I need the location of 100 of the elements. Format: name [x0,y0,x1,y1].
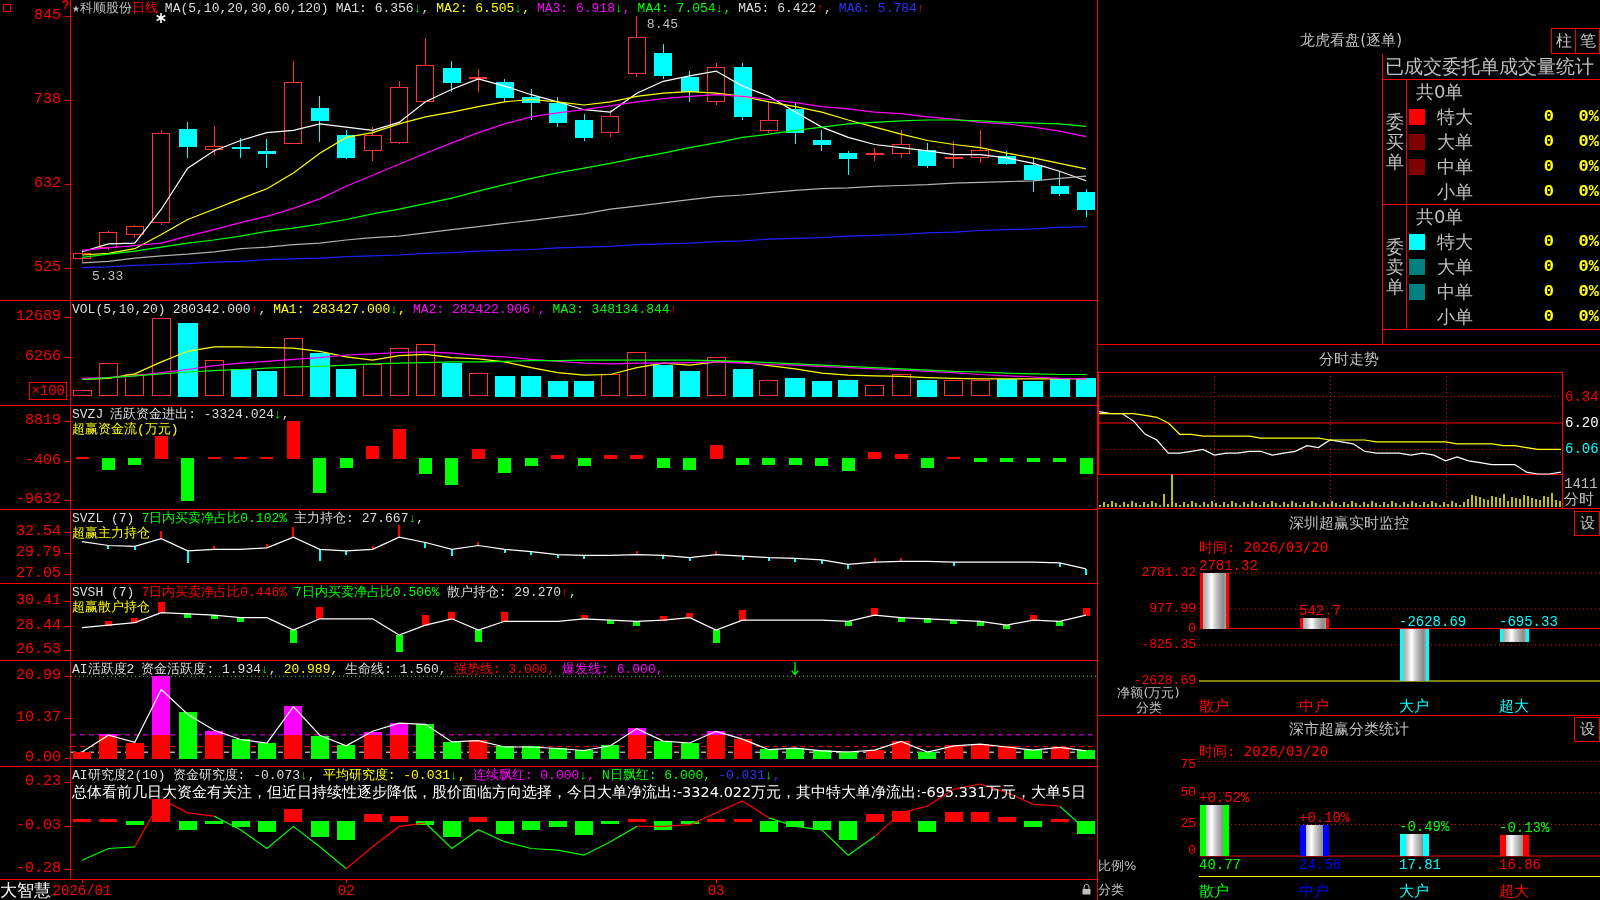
settings-button[interactable]: 设 [1574,716,1600,742]
volume-bar [98,363,118,397]
change-tick [820,559,823,564]
change-box [1056,620,1064,626]
axis-tick-label: 0 [1188,620,1196,636]
change-box [976,620,984,626]
activity-bar [892,741,911,759]
volume-bar [309,352,330,397]
fund-flow-bar [313,458,327,493]
change-box [448,612,456,620]
down-arrow-icon [791,662,800,675]
volume-bar [389,348,409,397]
change-label: +0.52% [1199,789,1250,806]
axis-tick-label: 2781.32 [1141,565,1196,580]
fund-flow-bar [392,429,406,460]
research-bar [892,810,911,822]
indicator-title: 超赢散户持仓 [72,600,150,615]
settings-button[interactable]: 设 [1574,510,1600,536]
research-bar [178,820,197,831]
fund-flow-bar [762,458,776,465]
change-tick [688,557,691,562]
category-label: 散户 [1199,882,1229,900]
research-bar [390,815,409,822]
category-label: 大户 [1399,882,1429,900]
category-label: 中户 [1299,697,1329,715]
change-box [210,614,218,620]
indicator-reading: 平均研究度: -0.031↓, [322,768,466,783]
axis-title: 净额(万元) [1117,685,1180,700]
indicator-reading: N日飘红: 6.000, [601,768,712,783]
candlestick [442,60,461,93]
fund-flow-bar [683,458,697,470]
axis-tick-label: 32.54 [16,524,61,541]
axis-tick-label: 6.34 [1565,388,1599,405]
change-tick [107,545,110,550]
candlestick [918,142,937,169]
fund-flow-bar [920,458,934,469]
fund-flow-bar [736,458,750,465]
change-tick [847,564,850,569]
indicator-reading: 7日内买卖净占比0.506% [294,585,440,600]
volume-bar [230,369,251,397]
candlestick [601,109,620,138]
fund-flow-bar [947,457,961,460]
candlestick [337,129,356,160]
volume-bar [256,370,277,397]
order-percent: 0% [1578,257,1599,277]
fund-flow-bar [418,458,432,474]
research-bar [310,820,329,838]
change-box [131,618,139,624]
axis-tick-label: 0 [1188,843,1196,858]
candlestick [73,250,91,263]
date-label: 2026/01 [52,883,112,899]
research-bar [1050,819,1069,822]
indicator-reading: VOL(5,10,20) [72,302,166,317]
indicator-title: 超赢主力持仓 [72,526,150,541]
order-percent: 0% [1578,132,1599,152]
indicator-reading: SVZL (7) [72,511,135,526]
change-label: -0.49% [1399,818,1450,835]
volume-bar [811,380,832,397]
change-box [157,602,165,614]
volume-bar [125,374,145,397]
bar-value-label: 2781.32 [1199,558,1258,574]
candlestick [944,140,963,169]
view-mode-button[interactable]: 笔 [1575,28,1600,54]
activity-bar [839,751,858,759]
activity-bar [469,739,488,759]
activity-bar [759,749,778,759]
volume-bar [441,362,462,397]
research-bar [865,814,884,822]
candlestick [495,78,514,103]
lock-icon [1082,884,1091,895]
fund-flow-bar [894,454,908,460]
volume-bar [574,380,594,397]
activity-bar [918,751,937,759]
change-tick [1058,562,1061,567]
unit-label: ×100 [29,382,67,400]
activity-bar [125,742,144,759]
axis-tick-label: 632 [34,175,61,192]
indicator-reading: MA6: 5.784↑ [838,1,925,16]
indicator-reading: MA(5,10,20,30,60,120) [164,1,329,16]
change-box [395,634,403,652]
indicator-reading: 7日内买卖净占比0.446% [141,585,288,600]
order-count: 0 [1543,281,1554,302]
view-mode-button[interactable]: 柱 [1551,28,1576,54]
indicator-reading: MA3: 6.918↓, [536,1,631,16]
activity-bar [680,742,699,759]
change-tick [794,558,797,563]
order-count: 0 [1543,232,1554,253]
axis-tick-label: 8819 [25,413,61,430]
order-size-label: 特大 [1437,232,1473,253]
change-tick [662,555,665,560]
activity-bar [548,748,567,759]
activity-bar [310,735,329,759]
candlestick [627,15,646,78]
axis-tick-label: 6.20 [1565,415,1599,431]
axis-tick-label: -0.28 [16,860,61,877]
order-size-label: 大单 [1437,257,1473,277]
fund-flow-bar [577,458,591,467]
fund-flow-bar [286,420,300,460]
timestamp: 时间: 2026/03/20 [1199,742,1329,759]
date-label: 03 [707,883,725,899]
